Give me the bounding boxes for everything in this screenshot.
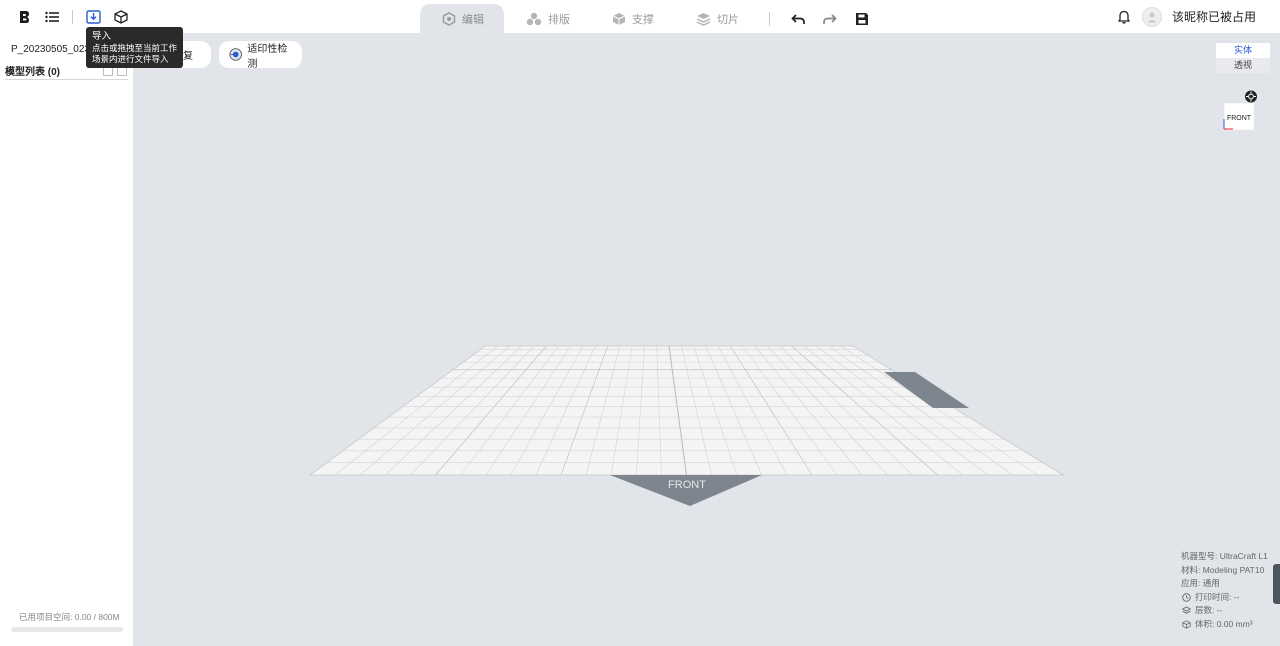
toolbar-divider <box>769 11 770 26</box>
tab-layout[interactable]: 排版 <box>504 4 590 33</box>
view-solid-button[interactable]: 实体 <box>1216 43 1270 58</box>
slice-layers-icon <box>696 12 711 26</box>
import-tooltip: 导入 点击或拖拽至当前工作 场景内进行文件导入 <box>86 27 183 68</box>
grid-line-vertical <box>360 345 510 476</box>
layers-row: 层数: -- <box>1181 604 1276 618</box>
grid-line-vertical <box>636 345 645 476</box>
workflow-tabs: 编辑 排版 支撑 切片 <box>420 4 878 33</box>
plate-side-tag <box>884 372 969 408</box>
model-sidebar: P_20230505_0230 模型列表 (0) 已用项目空间: 0.00 / … <box>0 33 133 646</box>
tooltip-line-2: 场景内进行文件导入 <box>92 54 169 64</box>
notification-bell-icon[interactable] <box>1116 9 1132 25</box>
3d-viewport[interactable]: 修复 适印性检测 实体 透视 FRONT FRONT 机器型号: UltraCr… <box>133 33 1280 646</box>
tooltip-title: 导入 <box>92 31 112 42</box>
grid-line-vertical <box>791 345 938 476</box>
grid-line-vertical <box>585 345 621 476</box>
save-icon[interactable] <box>846 4 878 33</box>
menu-list-icon[interactable] <box>38 0 66 33</box>
username[interactable]: 该昵称已被占用 <box>1172 8 1256 25</box>
grid-line-vertical <box>485 345 572 476</box>
grid-line-vertical <box>803 345 963 476</box>
application: 应用: 通用 <box>1181 578 1220 588</box>
grid-line-vertical <box>766 345 888 476</box>
top-bar: 编辑 排版 支撑 切片 该昵称已被占用 <box>0 0 1280 33</box>
grid-line-vertical <box>668 345 687 476</box>
side-panel-handle[interactable] <box>1273 564 1280 604</box>
support-cube-icon <box>612 12 626 25</box>
plate-front-tag <box>610 475 762 506</box>
grid-line-vertical <box>742 345 838 476</box>
tab-layout-label: 排版 <box>548 13 570 26</box>
toolbar-right: 该昵称已被占用 <box>1116 0 1256 33</box>
grid-line-vertical <box>680 345 712 476</box>
grid-line-vertical <box>560 345 608 476</box>
clock-icon <box>1181 593 1191 602</box>
view-cube[interactable]: FRONT <box>1222 89 1258 135</box>
view-perspective-button[interactable]: 透视 <box>1216 58 1270 73</box>
printability-check-button[interactable]: 适印性检测 <box>219 41 302 70</box>
grid-line-vertical <box>816 345 988 476</box>
grid-line-vertical <box>334 345 498 476</box>
material: 材料: Modeling PAT10 <box>1181 564 1265 575</box>
storage-usage-text: 已用项目空间: 0.00 / 800M <box>19 612 120 622</box>
toolbar-divider <box>72 9 73 24</box>
storage-usage-bar <box>11 627 123 632</box>
redo-icon[interactable] <box>814 4 846 33</box>
view-mode-toggle: 实体 透视 <box>1216 43 1270 73</box>
grid-line-vertical <box>610 345 633 476</box>
plate-front-label: FRONT <box>668 479 706 491</box>
undo-icon[interactable] <box>782 4 814 33</box>
grid-line-vertical <box>656 345 662 476</box>
tab-edit-label: 编辑 <box>462 13 484 26</box>
grid-line-vertical <box>535 345 596 476</box>
grid-line-vertical <box>779 345 913 476</box>
grid-line-vertical <box>754 345 863 476</box>
layout-spheres-icon <box>526 12 542 25</box>
print-time-row: 打印时间: -- <box>1181 591 1276 605</box>
volume-cube-icon <box>1181 620 1191 629</box>
tab-support[interactable]: 支撑 <box>590 4 674 33</box>
tab-slice-label: 切片 <box>717 13 739 26</box>
printability-check-label: 适印性检测 <box>247 43 288 70</box>
build-plate: FRONT <box>308 345 1065 506</box>
tab-support-label: 支撑 <box>632 13 654 26</box>
grid-line-vertical <box>410 345 535 476</box>
grid-line-vertical <box>510 345 584 476</box>
build-plate-surface <box>308 345 1065 476</box>
grid-line-vertical <box>385 345 523 476</box>
model-list-title: 模型列表 (0) <box>5 67 60 78</box>
layer-count: 层数: -- <box>1195 605 1223 615</box>
grid-line-vertical <box>435 345 547 476</box>
grid-line-vertical <box>717 345 788 476</box>
grid-line-vertical <box>705 345 763 476</box>
grid-line-vertical <box>828 345 1013 476</box>
view-cube-face-label: FRONT <box>1227 115 1252 122</box>
layers-icon <box>1181 606 1191 615</box>
tab-slice[interactable]: 切片 <box>674 4 759 33</box>
print-time: 打印时间: -- <box>1195 591 1240 602</box>
app-logo-icon[interactable] <box>10 0 38 33</box>
printability-check-icon <box>229 48 242 61</box>
avatar[interactable] <box>1141 6 1162 27</box>
machine-info-panel: 机器型号: UltraCraft L1 材料: Modeling PAT10 应… <box>1181 550 1276 631</box>
project-name[interactable]: P_20230505_0230 <box>11 44 86 55</box>
grid-line-vertical <box>840 345 1039 476</box>
tooltip-line-1: 点击或拖拽至当前工作 <box>92 43 178 53</box>
grid-line-vertical <box>460 345 559 476</box>
grid-line-vertical <box>693 345 737 476</box>
grid-line-vertical <box>730 345 813 476</box>
edit-hexagon-icon <box>442 11 456 26</box>
build-plate-grid <box>308 345 1065 476</box>
volume-row: 体积: 0.00 mm³ <box>1181 618 1276 632</box>
machine-model: 机器型号: UltraCraft L1 <box>1181 551 1268 561</box>
volume: 体积: 0.00 mm³ <box>1195 618 1253 629</box>
tab-edit[interactable]: 编辑 <box>420 4 504 33</box>
